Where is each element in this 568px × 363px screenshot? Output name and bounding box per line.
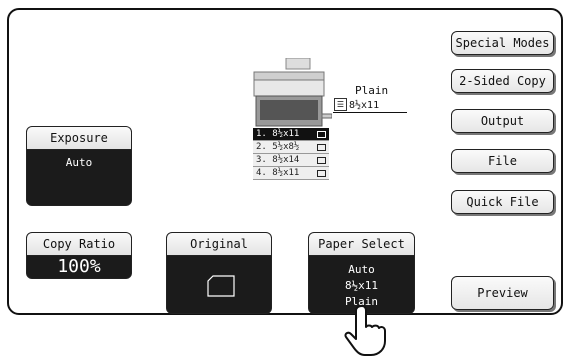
paper-select-line1: Auto [348, 263, 375, 276]
bypass-paper-type: Plain [355, 84, 389, 97]
original-paper-icon [207, 275, 235, 297]
original-label: Original [167, 233, 271, 256]
file-button[interactable]: File [451, 149, 554, 173]
original-tile[interactable]: Original [166, 232, 272, 314]
tray-icon [317, 169, 326, 177]
preview-button[interactable]: Preview [451, 276, 554, 310]
bypass-tray-icon: ☰ [334, 98, 347, 111]
tray-icon [317, 156, 326, 164]
two-sided-copy-button[interactable]: 2-Sided Copy [451, 69, 554, 93]
copy-ratio-label: Copy Ratio [27, 233, 131, 256]
tray-item-4[interactable]: 4. 8½x11 [253, 167, 329, 180]
exposure-label: Exposure [27, 127, 131, 150]
copy-ratio-tile[interactable]: Copy Ratio 100% [26, 232, 132, 279]
tray-list: 1. 8½x11 2. 5½x8½ 3. 8½x14 4. 8½x11 [253, 128, 329, 180]
bypass-paper-size: 8½x11 [349, 100, 380, 111]
tray-icon [317, 130, 326, 138]
bypass-underline [333, 112, 407, 113]
tray-item-1[interactable]: 1. 8½x11 [253, 128, 329, 141]
paper-select-line2: 8½x11 [344, 279, 379, 292]
paper-select-tile[interactable]: Paper Select Auto 8½x11 Plain [308, 232, 415, 314]
tray-icon [317, 143, 326, 151]
special-modes-button[interactable]: Special Modes [451, 31, 554, 55]
tray-item-2[interactable]: 2. 5½x8½ [253, 141, 329, 154]
output-button[interactable]: Output [451, 109, 554, 133]
copy-ratio-value: 100% [57, 256, 101, 277]
exposure-value: Auto [65, 156, 93, 169]
pointing-hand-icon [344, 305, 386, 356]
tray-item-3[interactable]: 3. 8½x14 [253, 154, 329, 167]
exposure-tile[interactable]: Exposure Auto [26, 126, 132, 206]
paper-select-label: Paper Select [309, 233, 414, 256]
quick-file-button[interactable]: Quick File [451, 190, 554, 214]
